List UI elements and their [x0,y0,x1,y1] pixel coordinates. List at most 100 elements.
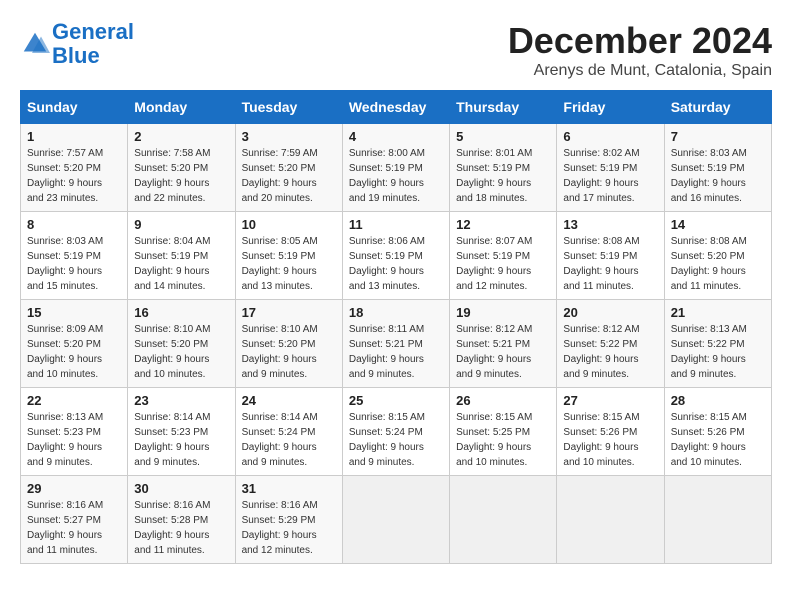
calendar-cell [450,476,557,564]
day-number: 26 [456,393,550,408]
day-number: 28 [671,393,765,408]
logo-icon [20,29,50,59]
calendar-week-row: 8 Sunrise: 8:03 AMSunset: 5:19 PMDaylight… [21,212,772,300]
calendar-cell: 30Sunrise: 8:16 AMSunset: 5:28 PMDayligh… [128,476,235,564]
weekday-header-saturday: Saturday [664,91,771,124]
day-info: Sunrise: 8:09 AMSunset: 5:20 PMDaylight:… [27,322,121,382]
calendar-cell: 19 Sunrise: 8:12 AMSunset: 5:21 PMDayligh… [450,300,557,388]
calendar-table: SundayMondayTuesdayWednesdayThursdayFrid… [20,90,772,564]
calendar-cell [664,476,771,564]
calendar-body: 1 Sunrise: 7:57 AMSunset: 5:20 PMDaylight… [21,124,772,564]
calendar-cell: 3Sunrise: 7:59 AMSunset: 5:20 PMDaylight… [235,124,342,212]
calendar-cell: 24 Sunrise: 8:14 AMSunset: 5:24 PMDayligh… [235,388,342,476]
day-info: Sunrise: 8:14 AMSunset: 5:24 PMDaylight:… [242,410,336,470]
weekday-header-row: SundayMondayTuesdayWednesdayThursdayFrid… [21,91,772,124]
day-number: 21 [671,305,765,320]
day-number: 14 [671,217,765,232]
day-info: Sunrise: 8:15 AMSunset: 5:26 PMDaylight:… [671,410,765,470]
day-info: Sunrise: 8:14 AMSunset: 5:23 PMDaylight:… [134,410,228,470]
day-info: Sunrise: 8:12 AMSunset: 5:22 PMDaylight:… [563,322,657,382]
calendar-week-row: 1 Sunrise: 7:57 AMSunset: 5:20 PMDaylight… [21,124,772,212]
logo: General Blue [20,20,134,68]
day-info: Sunrise: 8:16 AMSunset: 5:27 PMDaylight:… [27,498,121,558]
day-info: Sunrise: 8:15 AMSunset: 5:24 PMDaylight:… [349,410,443,470]
logo-blue: Blue [52,43,100,68]
day-number: 2 [134,129,228,144]
day-number: 7 [671,129,765,144]
day-number: 1 [27,129,121,144]
day-number: 13 [563,217,657,232]
day-number: 11 [349,217,443,232]
day-info: Sunrise: 8:16 AMSunset: 5:29 PMDaylight:… [242,498,336,558]
day-info: Sunrise: 8:06 AMSunset: 5:19 PMDaylight:… [349,234,443,294]
calendar-cell: 16 Sunrise: 8:10 AMSunset: 5:20 PMDayligh… [128,300,235,388]
day-info: Sunrise: 8:10 AMSunset: 5:20 PMDaylight:… [134,322,228,382]
calendar-cell: 26Sunrise: 8:15 AMSunset: 5:25 PMDayligh… [450,388,557,476]
day-number: 27 [563,393,657,408]
calendar-cell: 1 Sunrise: 7:57 AMSunset: 5:20 PMDaylight… [21,124,128,212]
calendar-week-row: 29 Sunrise: 8:16 AMSunset: 5:27 PMDayligh… [21,476,772,564]
day-info: Sunrise: 8:08 AMSunset: 5:19 PMDaylight:… [563,234,657,294]
day-number: 15 [27,305,121,320]
day-number: 19 [456,305,550,320]
calendar-cell: 17Sunrise: 8:10 AMSunset: 5:20 PMDayligh… [235,300,342,388]
calendar-week-row: 22Sunrise: 8:13 AMSunset: 5:23 PMDayligh… [21,388,772,476]
calendar-cell [557,476,664,564]
calendar-cell: 20Sunrise: 8:12 AMSunset: 5:22 PMDayligh… [557,300,664,388]
day-info: Sunrise: 8:13 AMSunset: 5:22 PMDaylight:… [671,322,765,382]
calendar-cell: 27 Sunrise: 8:15 AMSunset: 5:26 PMDayligh… [557,388,664,476]
logo-text: General Blue [52,20,134,68]
calendar-cell: 2 Sunrise: 7:58 AMSunset: 5:20 PMDaylight… [128,124,235,212]
day-number: 30 [134,481,228,496]
weekday-header-tuesday: Tuesday [235,91,342,124]
calendar-cell: 13 Sunrise: 8:08 AMSunset: 5:19 PMDayligh… [557,212,664,300]
calendar-cell: 18 Sunrise: 8:11 AMSunset: 5:21 PMDayligh… [342,300,449,388]
day-number: 16 [134,305,228,320]
day-info: Sunrise: 8:07 AMSunset: 5:19 PMDaylight:… [456,234,550,294]
calendar-cell: 8 Sunrise: 8:03 AMSunset: 5:19 PMDaylight… [21,212,128,300]
day-info: Sunrise: 8:01 AMSunset: 5:19 PMDaylight:… [456,146,550,206]
day-number: 29 [27,481,121,496]
day-info: Sunrise: 8:08 AMSunset: 5:20 PMDaylight:… [671,234,765,294]
day-info: Sunrise: 8:03 AMSunset: 5:19 PMDaylight:… [671,146,765,206]
calendar-cell: 7 Sunrise: 8:03 AMSunset: 5:19 PMDaylight… [664,124,771,212]
calendar-cell: 23Sunrise: 8:14 AMSunset: 5:23 PMDayligh… [128,388,235,476]
calendar-cell: 25 Sunrise: 8:15 AMSunset: 5:24 PMDayligh… [342,388,449,476]
day-number: 18 [349,305,443,320]
calendar-header: SundayMondayTuesdayWednesdayThursdayFrid… [21,91,772,124]
calendar-cell: 10 Sunrise: 8:05 AMSunset: 5:19 PMDayligh… [235,212,342,300]
calendar-cell: 12 Sunrise: 8:07 AMSunset: 5:19 PMDayligh… [450,212,557,300]
day-number: 12 [456,217,550,232]
day-number: 22 [27,393,121,408]
day-info: Sunrise: 7:58 AMSunset: 5:20 PMDaylight:… [134,146,228,206]
day-number: 8 [27,217,121,232]
calendar-cell: 5Sunrise: 8:01 AMSunset: 5:19 PMDaylight… [450,124,557,212]
day-number: 31 [242,481,336,496]
weekday-header-thursday: Thursday [450,91,557,124]
calendar-cell: 6 Sunrise: 8:02 AMSunset: 5:19 PMDaylight… [557,124,664,212]
day-number: 24 [242,393,336,408]
calendar-cell: 11 Sunrise: 8:06 AMSunset: 5:19 PMDayligh… [342,212,449,300]
day-number: 25 [349,393,443,408]
month-title: December 2024 [508,20,772,62]
day-info: Sunrise: 7:57 AMSunset: 5:20 PMDaylight:… [27,146,121,206]
weekday-header-monday: Monday [128,91,235,124]
calendar-cell: 14 Sunrise: 8:08 AMSunset: 5:20 PMDayligh… [664,212,771,300]
day-info: Sunrise: 8:00 AMSunset: 5:19 PMDaylight:… [349,146,443,206]
calendar-cell: 15 Sunrise: 8:09 AMSunset: 5:20 PMDayligh… [21,300,128,388]
day-info: Sunrise: 8:15 AMSunset: 5:26 PMDaylight:… [563,410,657,470]
day-number: 10 [242,217,336,232]
calendar-cell: 9Sunrise: 8:04 AMSunset: 5:19 PMDaylight… [128,212,235,300]
day-info: Sunrise: 8:11 AMSunset: 5:21 PMDaylight:… [349,322,443,382]
weekday-header-friday: Friday [557,91,664,124]
day-info: Sunrise: 8:05 AMSunset: 5:19 PMDaylight:… [242,234,336,294]
day-number: 4 [349,129,443,144]
day-info: Sunrise: 8:10 AMSunset: 5:20 PMDaylight:… [242,322,336,382]
calendar-cell: 31 Sunrise: 8:16 AMSunset: 5:29 PMDayligh… [235,476,342,564]
calendar-week-row: 15 Sunrise: 8:09 AMSunset: 5:20 PMDayligh… [21,300,772,388]
day-info: Sunrise: 8:03 AMSunset: 5:19 PMDaylight:… [27,234,121,294]
calendar-cell: 4 Sunrise: 8:00 AMSunset: 5:19 PMDaylight… [342,124,449,212]
day-number: 6 [563,129,657,144]
day-info: Sunrise: 8:12 AMSunset: 5:21 PMDaylight:… [456,322,550,382]
day-info: Sunrise: 8:02 AMSunset: 5:19 PMDaylight:… [563,146,657,206]
